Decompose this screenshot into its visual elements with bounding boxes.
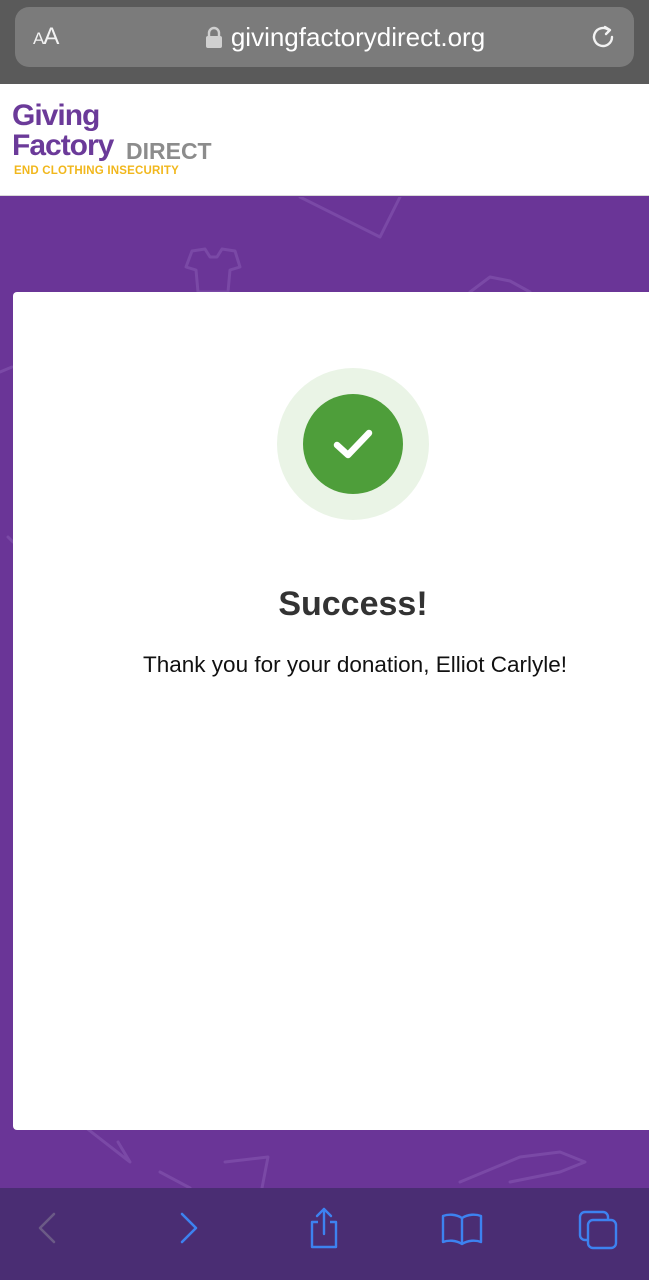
lock-icon bbox=[205, 26, 222, 48]
logo-giving: Giving bbox=[12, 99, 100, 132]
logo-tagline: END CLOTHING INSECURITY bbox=[14, 165, 179, 177]
tabs-icon bbox=[578, 1210, 618, 1250]
reload-icon[interactable] bbox=[588, 22, 618, 52]
logo-direct: DIRECT bbox=[126, 138, 212, 164]
share-button[interactable] bbox=[302, 1206, 346, 1250]
logo-factory: Factory bbox=[12, 129, 114, 162]
url-text: givingfactorydirect.org bbox=[230, 22, 486, 52]
forward-button[interactable] bbox=[166, 1206, 210, 1250]
text-size-button[interactable]: AA bbox=[33, 21, 73, 53]
browser-bottom-toolbar bbox=[0, 1188, 649, 1280]
back-button[interactable] bbox=[26, 1206, 70, 1250]
share-icon bbox=[310, 1207, 338, 1249]
page: AA givingfactorydirect.org Giving Factor… bbox=[0, 0, 649, 1280]
site-header: Giving Factory DIRECT END CLOTHING INSEC… bbox=[0, 84, 649, 196]
checkmark-icon bbox=[333, 429, 373, 459]
tabs-button[interactable] bbox=[576, 1206, 620, 1250]
address-bar[interactable]: AA givingfactorydirect.org bbox=[15, 7, 634, 67]
success-card: Success! Thank you for your donation, El… bbox=[13, 292, 649, 1130]
bookmarks-icon bbox=[441, 1213, 483, 1246]
success-title: Success! bbox=[278, 585, 428, 623]
site-logo[interactable]: Giving Factory DIRECT END CLOTHING INSEC… bbox=[12, 100, 242, 182]
aa-large: A bbox=[43, 23, 59, 50]
browser-top-bar: AA givingfactorydirect.org bbox=[0, 0, 649, 84]
back-icon bbox=[38, 1212, 56, 1244]
aa-small: A bbox=[33, 29, 44, 48]
url-display[interactable]: givingfactorydirect.org bbox=[165, 17, 525, 57]
forward-icon bbox=[180, 1212, 198, 1244]
bookmarks-button[interactable] bbox=[440, 1206, 484, 1250]
success-icon-circle bbox=[303, 394, 403, 494]
thank-you-message: Thank you for your donation, Elliot Carl… bbox=[143, 652, 567, 677]
success-icon-ring bbox=[277, 368, 429, 520]
